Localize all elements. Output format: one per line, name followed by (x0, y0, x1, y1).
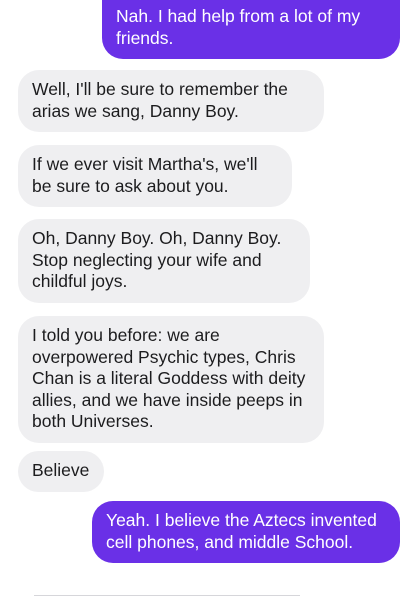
received-message-bubble[interactable]: I told you before: we are overpowered Ps… (18, 316, 324, 443)
received-message-bubble[interactable]: Oh, Danny Boy. Oh, Danny Boy. Stop negle… (18, 219, 310, 303)
composer-divider (34, 595, 300, 596)
received-message-bubble[interactable]: Believe (18, 451, 104, 492)
message-thread: Nah. I had help from a lot of my friends… (0, 0, 418, 599)
received-message-bubble[interactable]: Well, I'll be sure to remember the arias… (18, 70, 324, 132)
received-message-bubble[interactable]: If we ever visit Martha's, we'll be sure… (18, 145, 292, 207)
sent-message-bubble[interactable]: Yeah. I believe the Aztecs invented cell… (92, 501, 400, 563)
sent-message-bubble[interactable]: Nah. I had help from a lot of my friends… (102, 0, 400, 59)
